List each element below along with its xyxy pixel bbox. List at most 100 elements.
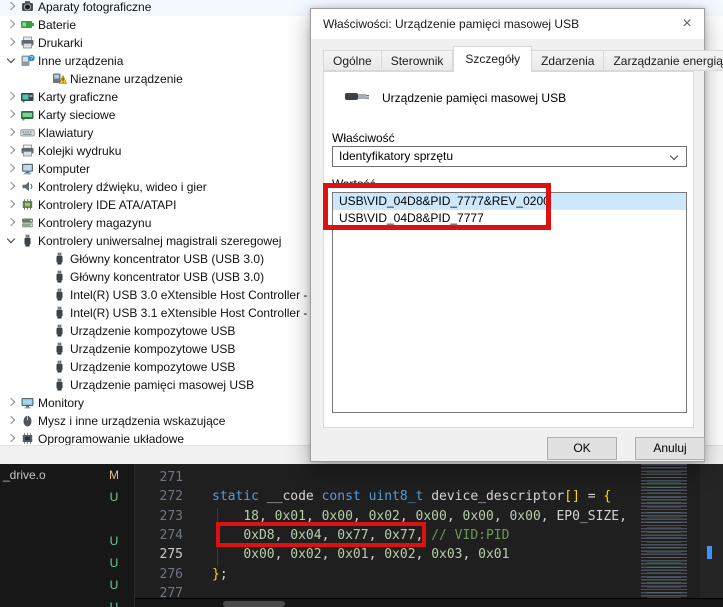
value-list[interactable]: USB\VID_04D8&PID_7777&REV_0200 USB\VID_04… (332, 192, 687, 413)
code-token: 0x01 (274, 508, 306, 524)
value-label: Wartość (332, 177, 376, 191)
value-list-item[interactable]: USB\VID_04D8&PID_7777&REV_0200 (333, 193, 686, 210)
usb-icon (52, 341, 67, 356)
chevron-down-icon[interactable] (6, 54, 16, 64)
tree-item-label: Urządzenie pamięci masowej USB (70, 378, 255, 392)
chevron-right-icon[interactable] (6, 217, 16, 227)
code-token: , (399, 508, 416, 524)
device-name: Urządzenie pamięci masowej USB (382, 91, 567, 105)
code-token: , (368, 547, 385, 563)
code-token: , (274, 547, 291, 563)
code-line[interactable]: 0xD8, 0x04, 0x77, 0x77, // VID:PID (212, 526, 509, 545)
chevron-down-icon[interactable] (6, 234, 16, 244)
chevron-right-icon[interactable] (6, 91, 16, 101)
code-line[interactable]: 18, 0x01, 0x00, 0x02, 0x00, 0x00, 0x00, … (212, 507, 627, 526)
cancel-button[interactable]: Anuluj (635, 437, 705, 460)
editor-scrollbar[interactable] (700, 464, 723, 607)
explorer-row[interactable] (0, 508, 135, 530)
code-token: 0x77 (384, 527, 416, 543)
property-label: Właściwość (332, 131, 395, 145)
explorer-row[interactable]: U (0, 486, 135, 508)
usb-plug-icon (344, 88, 370, 109)
chevron-right-icon[interactable] (6, 145, 16, 155)
explorer-row[interactable]: U (0, 574, 135, 596)
line-number: 272 (159, 489, 183, 505)
code-token: 0x00 (509, 508, 541, 524)
code-token: EP0_SIZE (556, 508, 620, 524)
explorer-row[interactable]: U (0, 530, 135, 552)
minimap[interactable] (639, 464, 697, 607)
code-token: uint8_t (368, 489, 424, 505)
chevron-right-icon[interactable] (6, 433, 16, 443)
ok-button[interactable]: OK (547, 437, 617, 460)
property-select[interactable]: Identyfikatory sprzętu (332, 146, 687, 167)
code-editor[interactable]: _drive.o M U U U U U 271 272 static __code const… (0, 464, 723, 607)
code-token: 0x01 (478, 547, 510, 563)
warning-device-icon (52, 71, 67, 86)
tree-item-label: Kontrolery uniwersalnej magistrali szere… (38, 234, 282, 248)
dialog-titlebar[interactable]: Właściwości: Urządzenie pamięci masowej … (311, 9, 704, 39)
code-line[interactable]: static __code const uint8_t device_descr… (212, 487, 611, 506)
line-number: 274 (159, 527, 183, 543)
explorer-row[interactable]: U (0, 552, 135, 574)
properties-dialog: Właściwości: Urządzenie pamięci masowej … (310, 8, 723, 462)
chevron-right-icon[interactable] (6, 19, 16, 29)
line-number: 273 (159, 508, 183, 524)
code-token: , (462, 547, 479, 563)
tree-item-label: Komputer (38, 162, 91, 176)
tree-item-label: Drukarki (38, 36, 83, 50)
git-status-badge: U (109, 578, 119, 592)
horizontal-scrollbar-thumb[interactable] (223, 601, 285, 607)
code-token: 0x00 (462, 508, 494, 524)
explorer-row[interactable]: U (0, 596, 135, 607)
code-token: 18 (243, 508, 259, 524)
code-line[interactable]: 0x00, 0x02, 0x01, 0x02, 0x03, 0x01 (212, 545, 509, 564)
chevron-right-icon[interactable] (6, 1, 16, 11)
code-token: , (352, 508, 369, 524)
tree-item-label: Urządzenie kompozytowe USB (70, 324, 236, 338)
code-token: } (212, 566, 220, 582)
tab-sterownik[interactable]: Sterownik (381, 50, 454, 71)
chevron-right-icon[interactable] (6, 127, 16, 137)
code-token: , (493, 508, 510, 524)
tree-item-label: Kontrolery magazynu (38, 216, 152, 230)
chevron-right-icon[interactable] (6, 199, 16, 209)
code-token: 0x00 (321, 508, 353, 524)
monitor-icon (20, 395, 35, 410)
code-token: static (212, 489, 259, 505)
tab-szczegóły[interactable]: Szczegóły (453, 46, 533, 72)
code-token: , (446, 508, 463, 524)
git-status-badge: U (109, 600, 119, 607)
speaker-icon (20, 179, 35, 194)
line-number: 271 (159, 470, 183, 485)
dialog-title: Właściwości: Urządzenie pamięci masowej … (323, 17, 580, 31)
tab-zarządzanie-energią[interactable]: Zarządzanie energią (604, 50, 723, 71)
chevron-right-icon[interactable] (6, 109, 16, 119)
tree-item-label: Oprogramowanie układowe (38, 432, 185, 446)
chevron-right-icon[interactable] (6, 37, 16, 47)
code-token: = (579, 489, 604, 505)
network-icon (20, 107, 35, 122)
code-token: device_descriptor (431, 489, 565, 505)
usb-icon (52, 377, 67, 392)
tree-item-label: Klawiatury (38, 126, 94, 140)
close-icon[interactable]: × (676, 13, 698, 35)
code-line[interactable]: }; (212, 565, 228, 584)
chevron-right-icon[interactable] (6, 181, 16, 191)
firmware-icon (20, 431, 35, 446)
chevron-right-icon[interactable] (6, 415, 16, 425)
explorer-row[interactable]: _drive.o M (0, 464, 135, 486)
tab-zdarzenia[interactable]: Zdarzenia (532, 50, 605, 71)
value-list-item[interactable]: USB\VID_04D8&PID_7777 (333, 210, 686, 227)
tree-item-label: Nieznane urządzenie (70, 72, 183, 86)
chevron-right-icon[interactable] (6, 163, 16, 173)
tree-item-label: Urządzenie kompozytowe USB (70, 360, 236, 374)
code-token: [] (564, 489, 580, 505)
code-token: , (415, 527, 432, 543)
chevron-right-icon[interactable] (6, 397, 16, 407)
file-explorer[interactable]: _drive.o M U U U U U (0, 464, 135, 607)
tab-ogólne[interactable]: Ogólne (323, 50, 382, 71)
tree-item-label: Baterie (38, 18, 77, 32)
